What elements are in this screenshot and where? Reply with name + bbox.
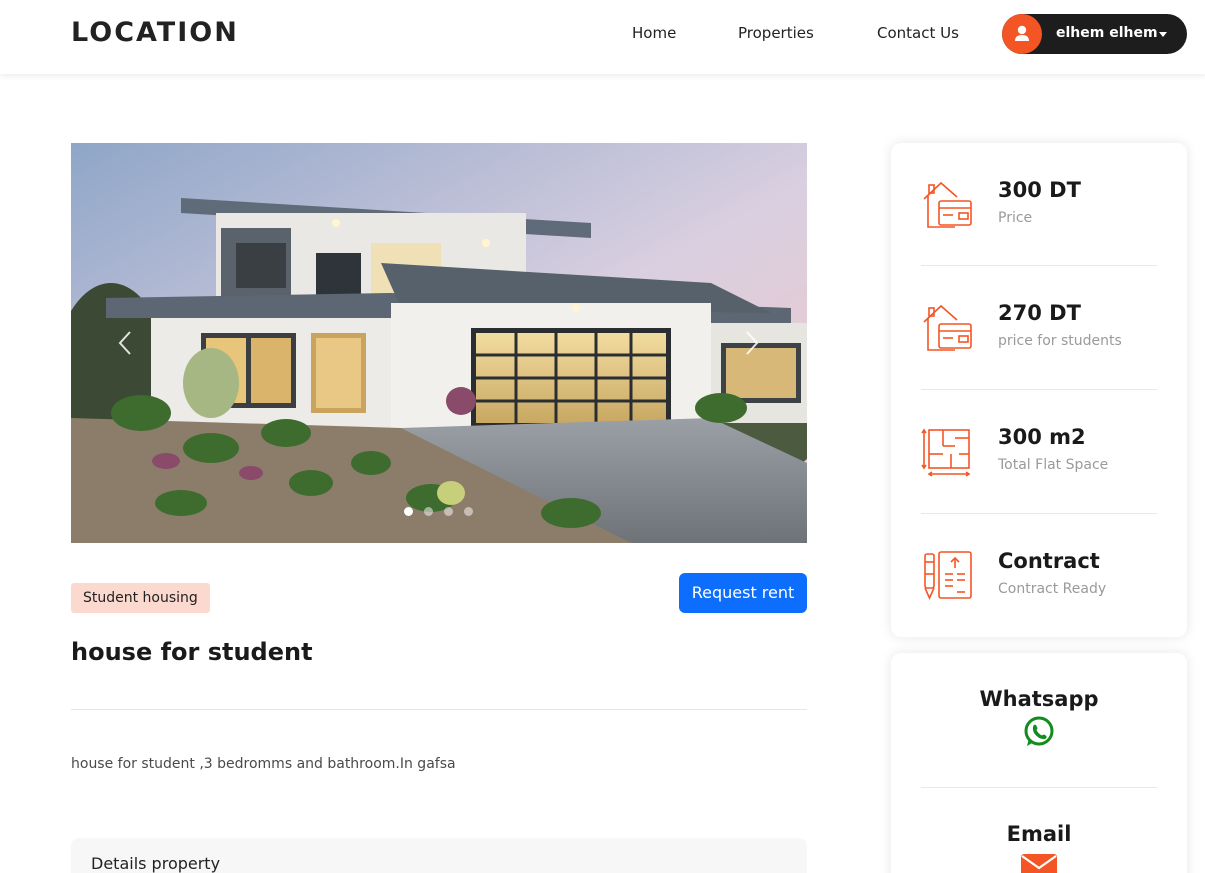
info-item-student-price: 270 DT price for students — [921, 266, 1157, 390]
top-navbar: LOCATION Home Properties Contact Us elhe… — [0, 0, 1205, 74]
contract-label: Contract Ready — [998, 581, 1107, 597]
carousel-indicator-2[interactable] — [424, 507, 433, 516]
chevron-right-icon — [746, 331, 759, 355]
nav-home-link[interactable]: Home — [632, 24, 676, 42]
divider — [921, 787, 1157, 788]
envelope-icon[interactable] — [1020, 852, 1058, 873]
site-logo[interactable]: LOCATION — [71, 17, 239, 48]
details-property-section[interactable]: Details property — [71, 838, 807, 873]
user-icon — [1002, 14, 1042, 54]
request-rent-button[interactable]: Request rent — [679, 573, 807, 613]
price-value: 300 DT — [998, 178, 1081, 202]
nav-properties-link[interactable]: Properties — [738, 24, 814, 42]
house-price-icon — [923, 304, 972, 351]
space-value: 300 m2 — [998, 425, 1086, 449]
property-description: house for student ,3 bedromms and bathro… — [71, 756, 456, 772]
user-name: elhem elhem — [1056, 25, 1158, 41]
price-label: Price — [998, 210, 1033, 226]
info-item-contract: Contract Contract Ready — [921, 514, 1157, 638]
carousel-indicator-3[interactable] — [444, 507, 453, 516]
contract-icon — [924, 551, 972, 600]
property-info-card: 300 DT Price 270 DT price for students 3… — [891, 143, 1187, 637]
divider — [71, 709, 807, 710]
whatsapp-icon[interactable] — [1022, 715, 1056, 749]
carousel-prev-button[interactable] — [111, 328, 141, 358]
property-photo — [71, 143, 807, 543]
property-image-carousel[interactable] — [71, 143, 807, 543]
carousel-indicator-1[interactable] — [404, 507, 413, 516]
category-badge: Student housing — [71, 583, 210, 613]
floor-plan-icon — [921, 428, 971, 477]
contact-card: Whatsapp Email — [891, 653, 1187, 873]
whatsapp-title: Whatsapp — [979, 687, 1099, 711]
user-menu-button[interactable]: elhem elhem — [1002, 14, 1187, 54]
property-title: house for student — [71, 638, 313, 666]
info-item-space: 300 m2 Total Flat Space — [921, 390, 1157, 514]
details-property-title: Details property — [91, 854, 221, 873]
carousel-indicator-4[interactable] — [464, 507, 473, 516]
chevron-down-icon — [1159, 32, 1167, 37]
house-price-icon — [923, 181, 972, 228]
chevron-left-icon — [118, 331, 131, 355]
carousel-next-button[interactable] — [736, 328, 766, 358]
nav-contact-link[interactable]: Contact Us — [877, 24, 959, 42]
student-price-value: 270 DT — [998, 301, 1081, 325]
contract-value: Contract — [998, 549, 1100, 573]
space-label: Total Flat Space — [998, 457, 1109, 473]
email-title: Email — [1006, 822, 1072, 846]
info-item-price: 300 DT Price — [921, 143, 1157, 267]
student-price-label: price for students — [998, 333, 1122, 349]
